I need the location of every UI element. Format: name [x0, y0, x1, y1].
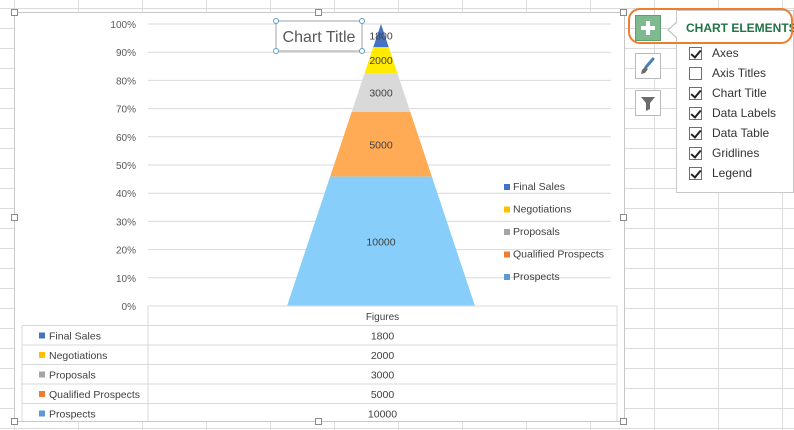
chart-filters-button[interactable] — [635, 90, 661, 116]
title-handle[interactable] — [359, 18, 365, 24]
panel-item-label: Chart Title — [712, 86, 767, 100]
legend-key — [504, 274, 510, 280]
y-axis-ticks: 0% 10% 20% 30% 40% 50% 60% 70% 80% 90% 100% — [110, 20, 136, 313]
resize-handle[interactable] — [11, 9, 18, 16]
checkbox[interactable] — [689, 86, 702, 100]
table-row-label: Prospects — [49, 409, 96, 421]
data-label: 5000 — [369, 139, 393, 151]
y-tick-label: 50% — [116, 161, 136, 172]
resize-handle[interactable] — [315, 418, 322, 425]
panel-item-chart-title[interactable]: Chart Title — [689, 85, 767, 101]
table-legend-key — [39, 371, 45, 378]
y-tick-label: 0% — [122, 302, 137, 313]
data-label: 1800 — [369, 31, 393, 43]
checkbox[interactable] — [689, 146, 702, 160]
chart-title-text: Chart Title — [283, 29, 356, 46]
legend-key — [504, 206, 510, 213]
legend-key — [504, 251, 510, 258]
legend-entry[interactable]: Prospects — [513, 271, 560, 283]
title-handle[interactable] — [273, 48, 279, 54]
filter-icon — [641, 97, 655, 111]
table-legend-key — [39, 332, 45, 339]
checkbox[interactable] — [689, 66, 702, 80]
legend-key — [504, 229, 510, 235]
table-cell: 5000 — [371, 389, 395, 401]
funnel-chart[interactable]: 0% 10% 20% 30% 40% 50% 60% 70% 80% 90% 100% 1800 20… — [15, 13, 624, 421]
legend-key — [504, 184, 510, 190]
panel-item-label: Data Table — [712, 126, 770, 140]
data-table[interactable]: Figures Final Sales 1800 Negotiations 2000 Pr… — [21, 305, 618, 421]
y-tick-label: 10% — [116, 274, 136, 285]
panel-item-label: Legend — [712, 166, 753, 180]
table-cell: 2000 — [371, 350, 395, 362]
panel-item-label: Gridlines — [712, 146, 760, 160]
panel-item-axes[interactable]: Axes — [689, 45, 739, 61]
panel-item-gridlines[interactable]: Gridlines — [689, 145, 759, 161]
title-handle[interactable] — [359, 48, 365, 54]
panel-item-axis-titles[interactable]: Axis Titles — [689, 65, 766, 81]
y-tick-label: 100% — [110, 20, 136, 31]
panel-item-data-labels[interactable]: Data Labels — [689, 105, 776, 121]
table-cell: 3000 — [371, 370, 395, 382]
title-handle[interactable] — [273, 18, 279, 24]
legend-entry[interactable]: Qualified Prospects — [513, 249, 604, 261]
resize-handle[interactable] — [11, 214, 18, 221]
chart-styles-button[interactable] — [635, 53, 661, 79]
legend-entry[interactable]: Proposals — [513, 226, 560, 238]
checkbox[interactable] — [689, 166, 702, 180]
y-tick-label: 30% — [116, 217, 136, 228]
resize-handle[interactable] — [11, 418, 18, 425]
y-tick-label: 70% — [116, 105, 136, 116]
table-row-label: Qualified Prospects — [49, 389, 140, 401]
panel-item-legend[interactable]: Legend — [689, 165, 752, 181]
y-tick-label: 90% — [116, 48, 136, 59]
brush-icon — [641, 57, 655, 74]
y-tick-label: 40% — [116, 189, 136, 200]
checkbox[interactable] — [689, 106, 702, 120]
resize-handle[interactable] — [620, 214, 627, 221]
y-tick-label: 60% — [116, 133, 136, 144]
panel-item-label: Data Labels — [712, 106, 777, 120]
chart-area[interactable]: 0% 10% 20% 30% 40% 50% 60% 70% 80% 90% 100% 1800 20… — [14, 12, 625, 422]
legend[interactable]: Final Sales Negotiations Proposals Qualifie… — [504, 181, 604, 283]
y-tick-label: 20% — [116, 246, 136, 257]
table-row-label: Negotiations — [49, 350, 107, 362]
table-legend-key — [39, 391, 45, 397]
table-cell: 1800 — [371, 331, 395, 343]
legend-entry[interactable]: Negotiations — [513, 204, 571, 216]
table-cell: 10000 — [368, 409, 397, 421]
chart-title[interactable]: Chart Title — [273, 18, 365, 54]
resize-handle[interactable] — [315, 9, 322, 16]
data-label: 10000 — [366, 236, 395, 248]
table-row-label: Final Sales — [49, 331, 101, 343]
resize-handle[interactable] — [620, 418, 627, 425]
legend-entry[interactable]: Final Sales — [513, 181, 565, 193]
table-row-label: Proposals — [49, 370, 96, 382]
panel-item-label: Axis Titles — [712, 66, 767, 80]
table-header: Figures — [366, 312, 399, 323]
table-legend-key — [39, 410, 45, 417]
checkbox[interactable] — [689, 46, 702, 60]
panel-item-data-table[interactable]: Data Table — [689, 125, 769, 141]
data-label: 2000 — [369, 55, 393, 67]
panel-item-label: Axes — [712, 46, 739, 60]
y-tick-label: 80% — [116, 76, 136, 87]
checkbox[interactable] — [689, 126, 702, 140]
data-label: 3000 — [369, 88, 393, 100]
chart-elements-highlight — [628, 8, 793, 44]
table-legend-key — [39, 352, 45, 358]
resize-handle[interactable] — [620, 9, 627, 16]
